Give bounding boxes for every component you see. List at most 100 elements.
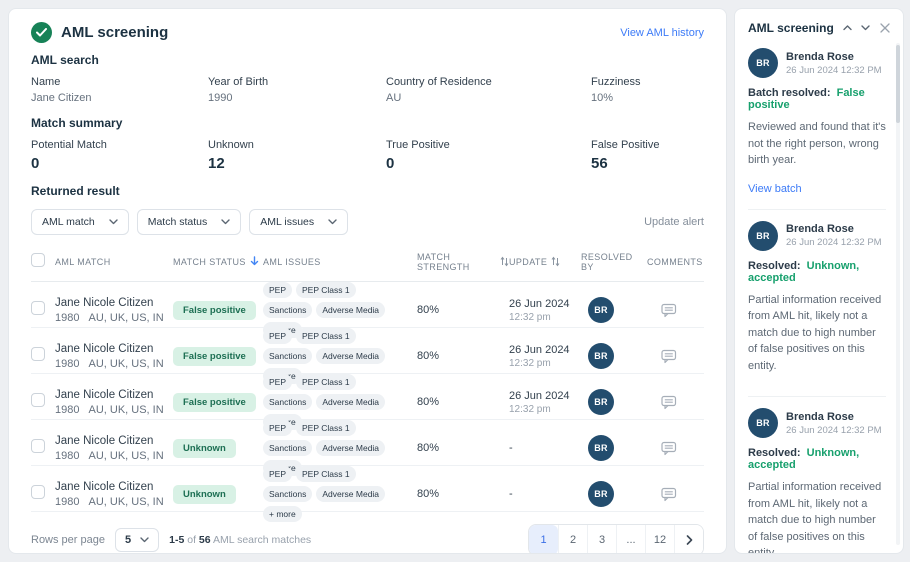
table-row: Jane Nicole Citizen 1980 AU, UK, US, IN … [31,328,704,374]
column-update[interactable]: UPDATE [509,256,581,269]
row-checkbox[interactable] [31,393,45,407]
field-fuzziness: Fuzziness 10% [591,76,704,104]
sidebar-header: AML screening [748,21,890,35]
resolution-label: Batch resolved: [748,87,831,99]
scrollbar-thumb[interactable] [896,45,900,123]
status-badge: Unknown [173,439,236,458]
page-button-3[interactable]: 3 [587,525,616,554]
match-name: Jane Nicole Citizen [55,389,173,401]
issue-pill: PEP [263,328,292,344]
resolved-by-avatar: BR [588,297,614,323]
sort-icon [551,256,560,269]
comment-resolution: Batch resolved: False positive [748,87,886,111]
match-name: Jane Nicole Citizen [55,481,173,493]
match-cell: Jane Nicole Citizen 1980 AU, UK, US, IN [55,481,173,508]
returned-result-heading: Returned result [31,184,704,198]
issue-pill: PEP Class 1 [296,282,356,298]
column-match-status[interactable]: MATCH STATUS [173,256,263,268]
comment-resolution: Resolved: Unknown, accepted [748,447,886,471]
update-date: 26 Jun 2024 [509,298,581,310]
page-ellipsis[interactable]: ... [616,525,645,554]
match-cell: Jane Nicole Citizen 1980 AU, UK, US, IN [55,297,173,324]
page-button-2[interactable]: 2 [558,525,587,554]
stat-false-positive: False Positive 56 [591,139,704,172]
match-name: Jane Nicole Citizen [55,435,173,447]
update-cell: - [509,442,581,454]
next-page-button[interactable] [674,525,703,554]
comment-avatar: BR [748,221,778,251]
column-match-strength[interactable]: MATCH STRENGTH [417,252,509,272]
match-cell: Jane Nicole Citizen 1980 AU, UK, US, IN [55,435,173,462]
match-strength: 80% [417,488,509,500]
rows-per-page-select[interactable]: 5 [115,528,159,552]
comments-sidebar: AML screening BR Brenda Rose 26 Jun 2024… [734,8,904,554]
select-all-checkbox[interactable] [31,253,45,267]
pagination: 123...12 [528,524,704,554]
resolved-by-avatar: BR [588,481,614,507]
resolved-by-avatar: BR [588,389,614,415]
stat-unknown: Unknown 12 [208,139,386,172]
filter-aml-issues[interactable]: AML issues [249,209,348,235]
collapse-up-icon[interactable] [843,25,852,31]
comment-avatar: BR [748,48,778,78]
table-row: Jane Nicole Citizen 1980 AU, UK, US, IN … [31,466,704,512]
issue-pill: Adverse Media [316,486,385,502]
close-icon[interactable] [880,23,890,33]
match-cell: Jane Nicole Citizen 1980 AU, UK, US, IN [55,343,173,370]
issue-pill: Adverse Media [316,302,385,318]
comment-timestamp: 26 Jun 2024 12:32 PM [786,425,882,436]
comment-author: Brenda Rose [786,51,882,63]
view-aml-history-link[interactable]: View AML history [620,27,704,39]
filter-aml-match[interactable]: AML match [31,209,129,235]
comments-list: BR Brenda Rose 26 Jun 2024 12:32 PM Batc… [748,37,890,554]
match-countries: AU, UK, US, IN [88,404,163,416]
issue-pill: PEP Class 1 [296,328,356,344]
update-time: 12:32 pm [509,358,581,369]
issue-pill: PEP [263,374,292,390]
update-alert-link[interactable]: Update alert [644,216,704,228]
comment-icon[interactable] [661,349,677,364]
issue-pill: Sanctions [263,302,312,318]
sidebar-title: AML screening [748,21,834,35]
resolution-label: Resolved: [748,260,801,272]
row-checkbox[interactable] [31,439,45,453]
column-comments: COMMENTS [647,257,704,267]
comment-resolution: Resolved: Unknown, accepted [748,260,886,284]
column-resolved-by: RESOLVED BY [581,252,647,272]
match-year: 1980 [55,358,79,370]
comment-body: Partial information received from AML hi… [748,292,886,375]
table-row: Jane Nicole Citizen 1980 AU, UK, US, IN … [31,420,704,466]
collapse-down-icon[interactable] [861,25,870,31]
row-checkbox[interactable] [31,347,45,361]
view-batch-link[interactable]: View batch [748,183,802,195]
comment-body: Reviewed and found that it's not the rig… [748,119,886,169]
chevron-down-icon [140,534,149,546]
comment-timestamp: 26 Jun 2024 12:32 PM [786,65,882,76]
comment-icon[interactable] [661,303,677,318]
match-countries: AU, UK, US, IN [88,312,163,324]
column-aml-issues: AML ISSUES [263,257,417,267]
comment-icon[interactable] [661,441,677,456]
sort-icon [500,256,509,269]
comment-icon[interactable] [661,487,677,502]
issue-pill: Adverse Media [316,348,385,364]
issue-pill: Sanctions [263,486,312,502]
results-table: AML MATCH MATCH STATUS AML ISSUES MATCH … [31,247,704,512]
page-button-12[interactable]: 12 [645,525,674,554]
match-summary-heading: Match summary [31,116,704,130]
issue-pill[interactable]: + more [263,506,302,522]
update-date: - [509,442,581,454]
comment-icon[interactable] [661,395,677,410]
sort-desc-icon [250,256,259,268]
issue-pills: PEPPEP Class 1SanctionsAdverse Media+ mo… [263,466,417,522]
panel-header: AML screening View AML history [31,22,704,43]
match-year: 1980 [55,450,79,462]
page-button-1[interactable]: 1 [529,525,558,554]
row-checkbox[interactable] [31,301,45,315]
filter-match-status[interactable]: Match status [137,209,242,235]
match-year: 1980 [55,496,79,508]
match-summary-stats: Potential Match 0 Unknown 12 True Positi… [31,139,704,172]
row-checkbox[interactable] [31,485,45,499]
comment: BR Brenda Rose 26 Jun 2024 12:32 PM Reso… [748,209,886,397]
chevron-down-icon [221,216,230,228]
